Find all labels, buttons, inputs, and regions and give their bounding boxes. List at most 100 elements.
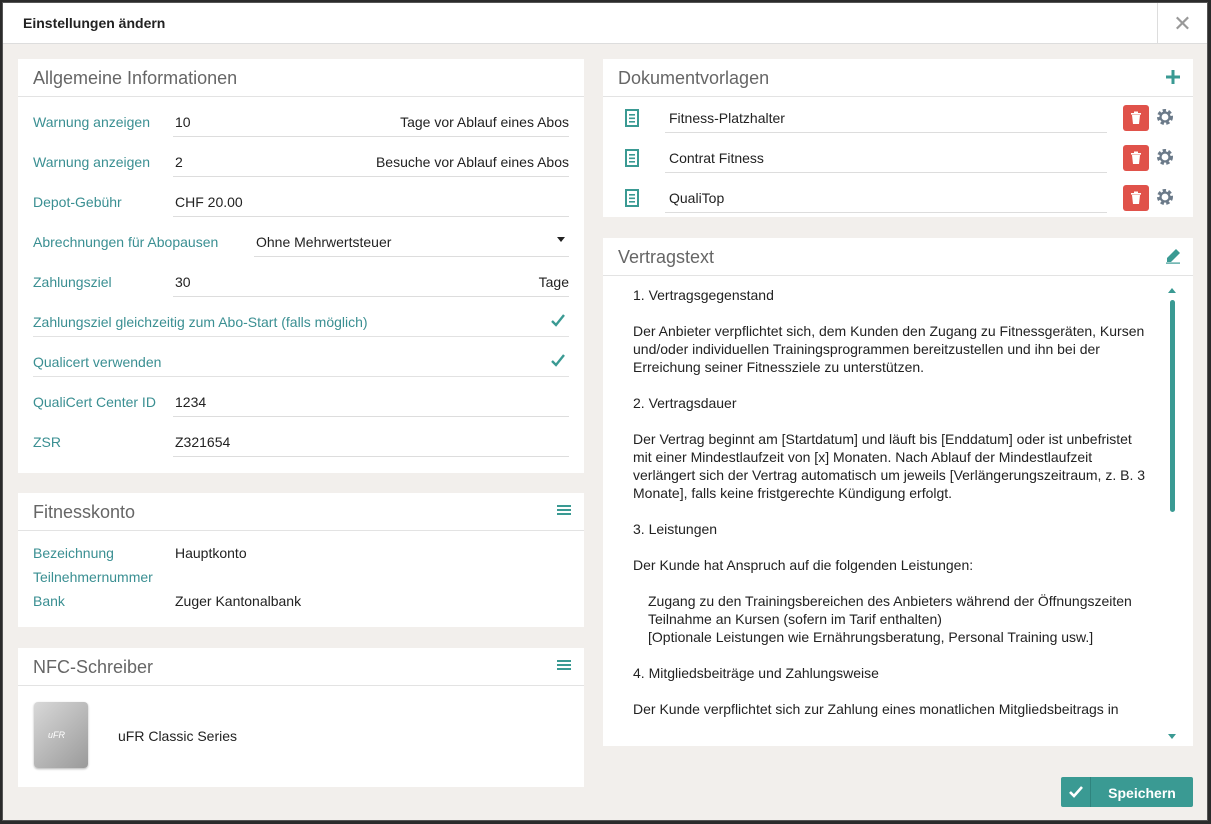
contract-service-item: Teilnahme an Kursen (sofern im Tarif ent…	[648, 611, 942, 627]
templates-header: Dokumentvorlagen	[603, 59, 1193, 97]
trash-icon	[1131, 191, 1141, 204]
deposit-fee-label: Depot-Gebühr	[33, 194, 122, 210]
deposit-fee-value: CHF 20.00	[175, 194, 243, 210]
document-icon	[625, 109, 639, 127]
dialog-title: Einstellungen ändern	[23, 15, 166, 31]
save-button[interactable]: Speichern	[1061, 777, 1193, 807]
account-number-label: Teilnehmernummer	[33, 569, 153, 585]
gear-icon[interactable]	[1155, 147, 1175, 167]
scrollbar-thumb[interactable]	[1170, 300, 1175, 512]
qualicert-label: Qualicert verwenden	[33, 354, 162, 370]
qualicert-id-value: 1234	[175, 394, 207, 410]
add-template-button[interactable]	[1165, 69, 1181, 85]
nfc-title: NFC-Schreiber	[33, 657, 154, 677]
zsr-row: ZSR Z321654	[33, 423, 569, 457]
contract-paragraph: Der Kunde verpflichtet sich zur Zahlung …	[633, 701, 1119, 717]
general-info-header: Allgemeine Informationen	[18, 59, 584, 97]
contract-section-heading: 3. Leistungen	[633, 521, 718, 537]
warning-days-suffix: Tage vor Ablauf eines Abos	[400, 114, 569, 130]
template-name: Fitness-Platzhalter	[669, 110, 785, 126]
deposit-fee-input[interactable]: CHF 20.00	[173, 183, 569, 217]
gear-icon[interactable]	[1155, 187, 1175, 207]
settings-dialog: Einstellungen ändern ✕ Allgemeine Inform…	[2, 2, 1208, 821]
payment-term-start-label: Zahlungsziel gleichzeitig zum Abo-Start …	[33, 314, 368, 330]
trash-icon	[1131, 111, 1141, 124]
payment-term-start-row: Zahlungsziel gleichzeitig zum Abo-Start …	[33, 303, 569, 337]
warning-visits-value: 2	[175, 154, 183, 170]
nfc-device-name: uFR Classic Series	[118, 728, 238, 744]
pause-billing-row: Abrechnungen für Abopausen Ohne Mehrwert…	[33, 223, 569, 257]
account-title: Fitnesskonto	[33, 502, 136, 522]
warning-days-row: Warnung anzeigen 10 Tage vor Ablauf eine…	[33, 103, 569, 137]
contract-text-area[interactable]: 1. Vertragsgegenstand Der Anbieter verpf…	[618, 286, 1178, 741]
checkmark-icon	[1061, 777, 1091, 807]
account-panel: Fitnesskonto Bezeichnung Hauptkonto Teil…	[18, 493, 584, 627]
document-icon	[625, 189, 639, 207]
scroll-up-arrow-icon[interactable]	[1168, 288, 1176, 293]
save-button-label: Speichern	[1108, 785, 1176, 801]
payment-term-start-checkbox[interactable]	[551, 313, 565, 327]
nfc-device-image-label: uFR	[48, 730, 66, 740]
contract-header: Vertragstext	[603, 238, 1193, 276]
close-icon: ✕	[1173, 10, 1192, 36]
contract-scrollbar[interactable]	[1168, 286, 1176, 741]
payment-term-row: Zahlungsziel 30 Tage	[33, 263, 569, 297]
menu-icon[interactable]	[556, 658, 572, 672]
pause-billing-label: Abrechnungen für Abopausen	[33, 234, 219, 250]
contract-section-heading: 2. Vertragsdauer	[633, 395, 737, 411]
template-name-input[interactable]: Fitness-Platzhalter	[665, 103, 1107, 133]
template-name: QualiTop	[669, 190, 725, 206]
close-button[interactable]: ✕	[1157, 3, 1207, 44]
warning-visits-input[interactable]: 2 Besuche vor Ablauf eines Abos	[173, 143, 569, 177]
account-bank-label: Bank	[33, 593, 65, 609]
general-info-panel: Allgemeine Informationen Warnung anzeige…	[18, 59, 584, 473]
warning-days-input[interactable]: 10 Tage vor Ablauf eines Abos	[173, 103, 569, 137]
qualicert-id-input[interactable]: 1234	[173, 383, 569, 417]
contract-section-heading: 1. Vertragsgegenstand	[633, 287, 774, 303]
delete-template-button[interactable]	[1123, 145, 1149, 171]
account-name-label: Bezeichnung	[33, 545, 114, 561]
delete-template-button[interactable]	[1123, 105, 1149, 131]
zsr-value: Z321654	[175, 434, 231, 450]
qualicert-id-row: QualiCert Center ID 1234	[33, 383, 569, 417]
account-bank-value: Zuger Kantonalbank	[175, 593, 302, 609]
gear-icon[interactable]	[1155, 107, 1175, 127]
account-name-value: Hauptkonto	[175, 545, 247, 561]
templates-panel: Dokumentvorlagen Fitness-Platzhalter Con…	[603, 59, 1193, 217]
contract-paragraph: Der Kunde hat Anspruch auf die folgenden…	[633, 557, 974, 573]
qualicert-checkbox[interactable]	[551, 353, 565, 367]
template-row: QualiTop	[603, 179, 1193, 219]
deposit-fee-row: Depot-Gebühr CHF 20.00	[33, 183, 569, 217]
payment-term-label: Zahlungsziel	[33, 274, 112, 290]
warning-days-label: Warnung anzeigen	[33, 114, 151, 130]
nfc-device-image: uFR	[34, 702, 88, 768]
payment-term-input[interactable]: 30 Tage	[173, 263, 569, 297]
nfc-panel: NFC-Schreiber uFR uFR Classic Series	[18, 648, 584, 787]
template-row: Fitness-Platzhalter	[603, 99, 1193, 139]
account-header: Fitnesskonto	[18, 493, 584, 531]
warning-visits-label: Warnung anzeigen	[33, 154, 151, 170]
contract-services-list: Zugang zu den Trainingsbereichen des Anb…	[633, 592, 1148, 646]
trash-icon	[1131, 151, 1141, 164]
chevron-down-icon	[557, 237, 565, 242]
warning-visits-suffix: Besuche vor Ablauf eines Abos	[375, 154, 569, 170]
contract-text-content: 1. Vertragsgegenstand Der Anbieter verpf…	[618, 286, 1178, 718]
menu-icon[interactable]	[556, 503, 572, 517]
delete-template-button[interactable]	[1123, 185, 1149, 211]
contract-service-item: Zugang zu den Trainingsbereichen des Anb…	[648, 593, 1132, 609]
template-name-input[interactable]: Contrat Fitness	[665, 143, 1107, 173]
edit-pencil-icon[interactable]	[1165, 248, 1181, 264]
pause-billing-select[interactable]: Ohne Mehrwertsteuer	[254, 223, 569, 257]
template-name-input[interactable]: QualiTop	[665, 183, 1107, 213]
general-info-title: Allgemeine Informationen	[33, 68, 238, 88]
zsr-input[interactable]: Z321654	[173, 423, 569, 457]
nfc-header: NFC-Schreiber	[18, 648, 584, 686]
pause-billing-value: Ohne Mehrwertsteuer	[256, 234, 392, 250]
zsr-label: ZSR	[33, 434, 61, 450]
qualicert-row: Qualicert verwenden	[33, 343, 569, 377]
contract-paragraph: Der Vertrag beginnt am [Startdatum] und …	[633, 431, 1146, 501]
warning-days-value: 10	[175, 114, 191, 130]
contract-section-heading: 4. Mitgliedsbeiträge und Zahlungsweise	[633, 665, 879, 681]
scroll-down-arrow-icon[interactable]	[1168, 734, 1176, 739]
templates-title: Dokumentvorlagen	[618, 68, 770, 88]
